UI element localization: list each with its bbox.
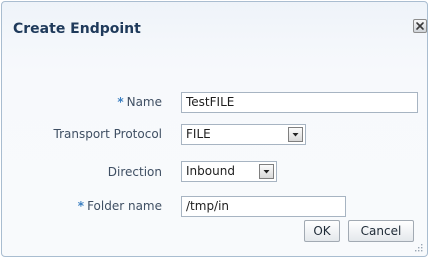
transport-protocol-label: Transport Protocol — [53, 127, 162, 141]
chevron-down-icon — [292, 133, 299, 137]
chevron-down-icon — [263, 170, 270, 174]
folder-name-input[interactable]: /tmp/in — [181, 196, 346, 217]
direction-label: Direction — [107, 165, 162, 179]
cancel-button[interactable]: Cancel — [348, 220, 414, 242]
close-button[interactable] — [413, 19, 427, 33]
create-endpoint-dialog: Create Endpoint * Name TestFILE Transport… — [1, 1, 428, 257]
direction-select[interactable]: Inbound — [181, 161, 277, 182]
folder-name-label: * Folder name — [77, 199, 162, 213]
direction-value: Inbound — [186, 164, 235, 178]
name-input[interactable]: TestFILE — [181, 92, 418, 113]
required-indicator: * — [77, 199, 85, 213]
transport-protocol-value: FILE — [186, 127, 211, 141]
direction-dropdown-button[interactable] — [259, 164, 274, 179]
name-label: * Name — [117, 95, 162, 109]
transport-protocol-dropdown-button[interactable] — [288, 127, 303, 142]
close-icon — [416, 22, 424, 30]
resize-grip-icon[interactable] — [415, 244, 423, 252]
transport-protocol-select[interactable]: FILE — [181, 124, 306, 145]
required-indicator: * — [117, 95, 124, 109]
ok-button[interactable]: OK — [304, 220, 340, 242]
dialog-title: Create Endpoint — [13, 21, 141, 37]
